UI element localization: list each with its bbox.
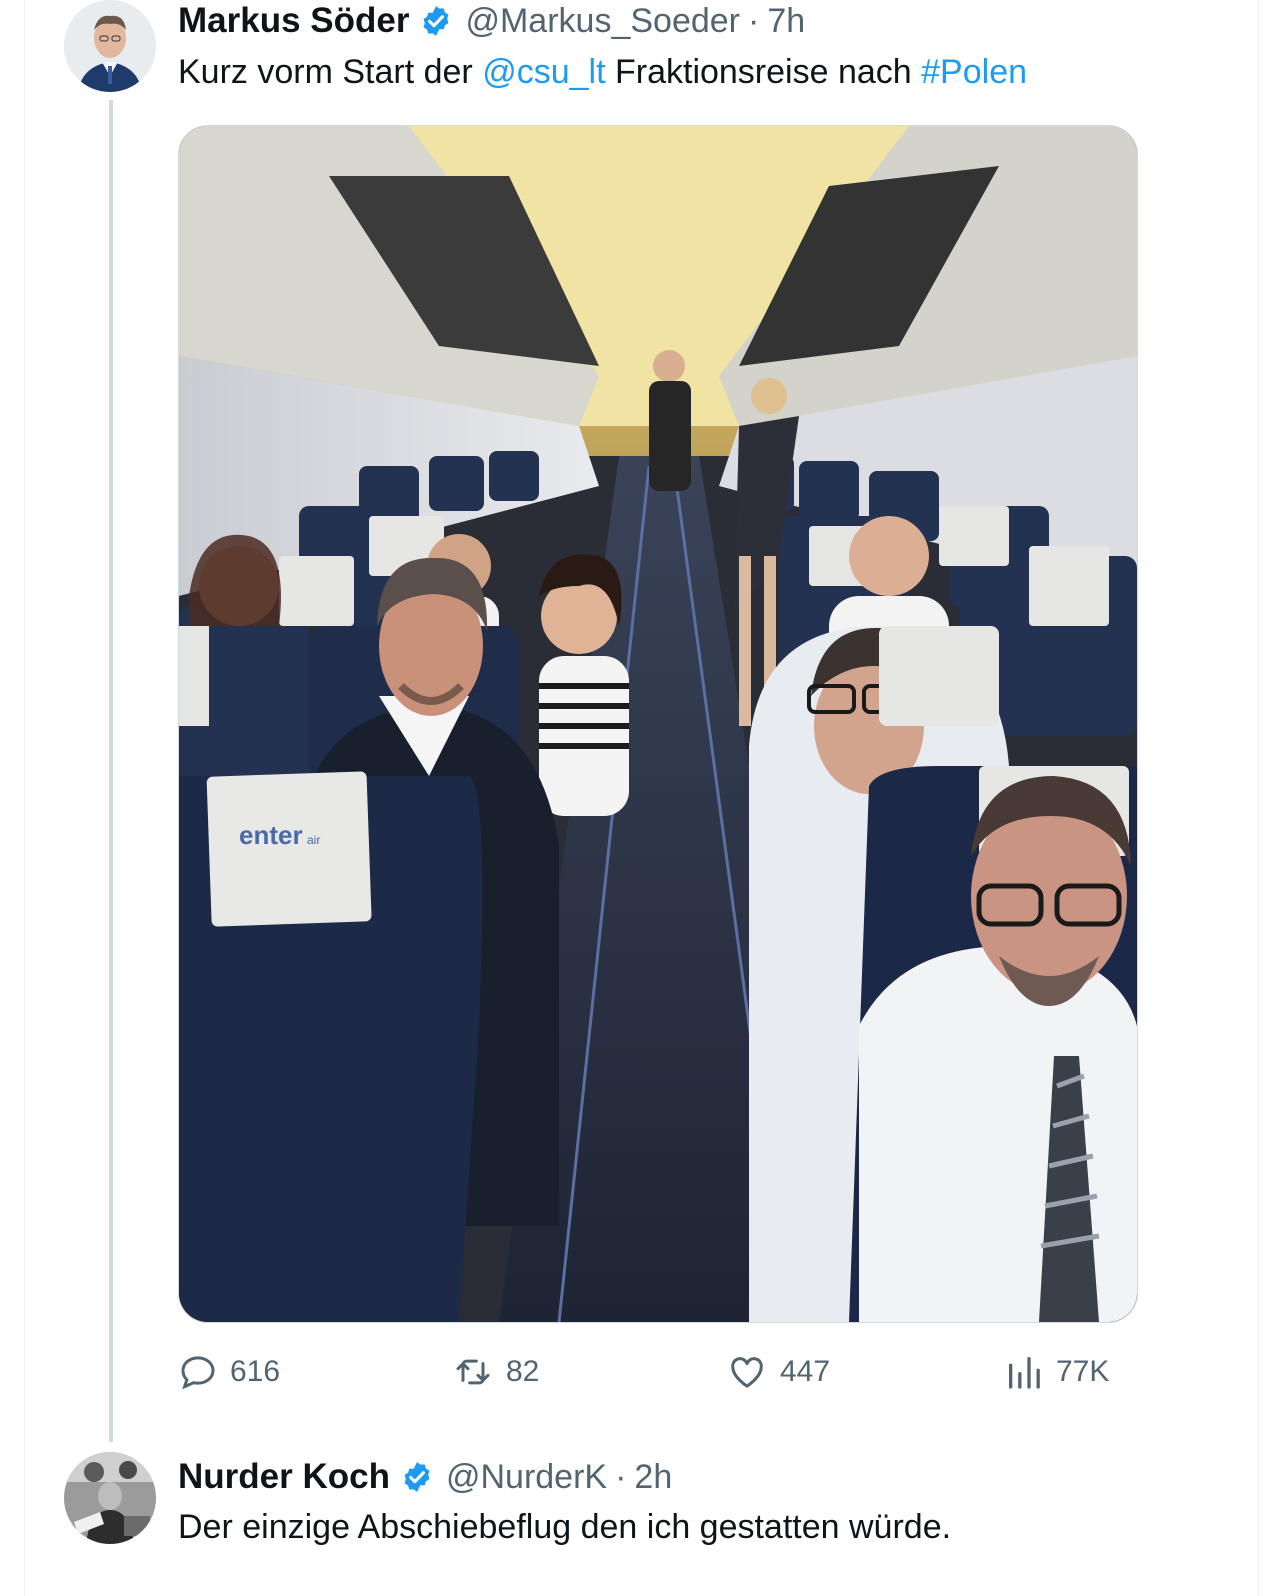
- thread-connector-line: [109, 100, 113, 1442]
- tweet-markus-soeder[interactable]: Markus Söder @Markus_Soeder · 7h Kurz vo…: [0, 0, 1284, 1450]
- like-icon: [731, 1357, 763, 1388]
- airplane-cabin-photo: enter air: [179, 126, 1137, 1322]
- tweet-timestamp[interactable]: 7h: [767, 2, 805, 41]
- author-handle[interactable]: @Markus_Soeder: [465, 2, 740, 41]
- tweet-timestamp[interactable]: 2h: [634, 1458, 672, 1497]
- tweet-text-part: Fraktionsreise nach: [605, 53, 922, 91]
- separator-dot: ·: [615, 1457, 627, 1496]
- seat-brand-suffix: air: [307, 833, 320, 847]
- author-name[interactable]: Markus Söder: [178, 1, 409, 41]
- tweet-photo[interactable]: enter air: [178, 125, 1138, 1323]
- tweet-actions: 616 82 447 77K: [178, 1352, 1136, 1402]
- reply-button[interactable]: 616: [178, 1352, 280, 1392]
- retweet-button[interactable]: 82: [452, 1352, 539, 1392]
- reply-count: 616: [230, 1355, 281, 1388]
- verified-badge-icon[interactable]: [400, 1460, 434, 1494]
- author-name[interactable]: Nurder Koch: [178, 1457, 390, 1497]
- retweet-count: 82: [506, 1355, 540, 1388]
- avatar[interactable]: [64, 0, 156, 92]
- tweet-header: Markus Söder @Markus_Soeder · 7h: [178, 0, 805, 42]
- reply-icon: [181, 1356, 215, 1390]
- tweet-text-part: Kurz vorm Start der: [178, 53, 483, 91]
- tweet-nurder-koch[interactable]: Nurder Koch @NurderK · 2h Der einzige Ab…: [0, 1450, 1284, 1596]
- author-handle[interactable]: @NurderK: [446, 1458, 607, 1497]
- hashtag-link[interactable]: #Polen: [921, 53, 1027, 91]
- like-count: 447: [780, 1355, 831, 1388]
- verified-badge-icon[interactable]: [419, 4, 453, 38]
- separator-dot: ·: [748, 1, 760, 40]
- avatar-portrait: [64, 1452, 156, 1544]
- tweet-text: Der einzige Abschiebeflug den ich gestat…: [178, 1508, 952, 1546]
- avatar[interactable]: [64, 1452, 156, 1544]
- views-count: 77K: [1056, 1355, 1110, 1388]
- views-icon: [1009, 1357, 1040, 1389]
- tweet-header: Nurder Koch @NurderK · 2h: [178, 1456, 672, 1498]
- like-button[interactable]: 447: [726, 1352, 830, 1392]
- avatar-portrait: [64, 0, 156, 92]
- seat-brand-label: enter: [239, 820, 303, 850]
- mention-link[interactable]: @csu_lt: [482, 53, 605, 91]
- views-button[interactable]: 77K: [1004, 1352, 1109, 1392]
- tweet-text: Kurz vorm Start der @csu_lt Fraktionsrei…: [178, 53, 1027, 92]
- retweet-icon: [456, 1359, 490, 1385]
